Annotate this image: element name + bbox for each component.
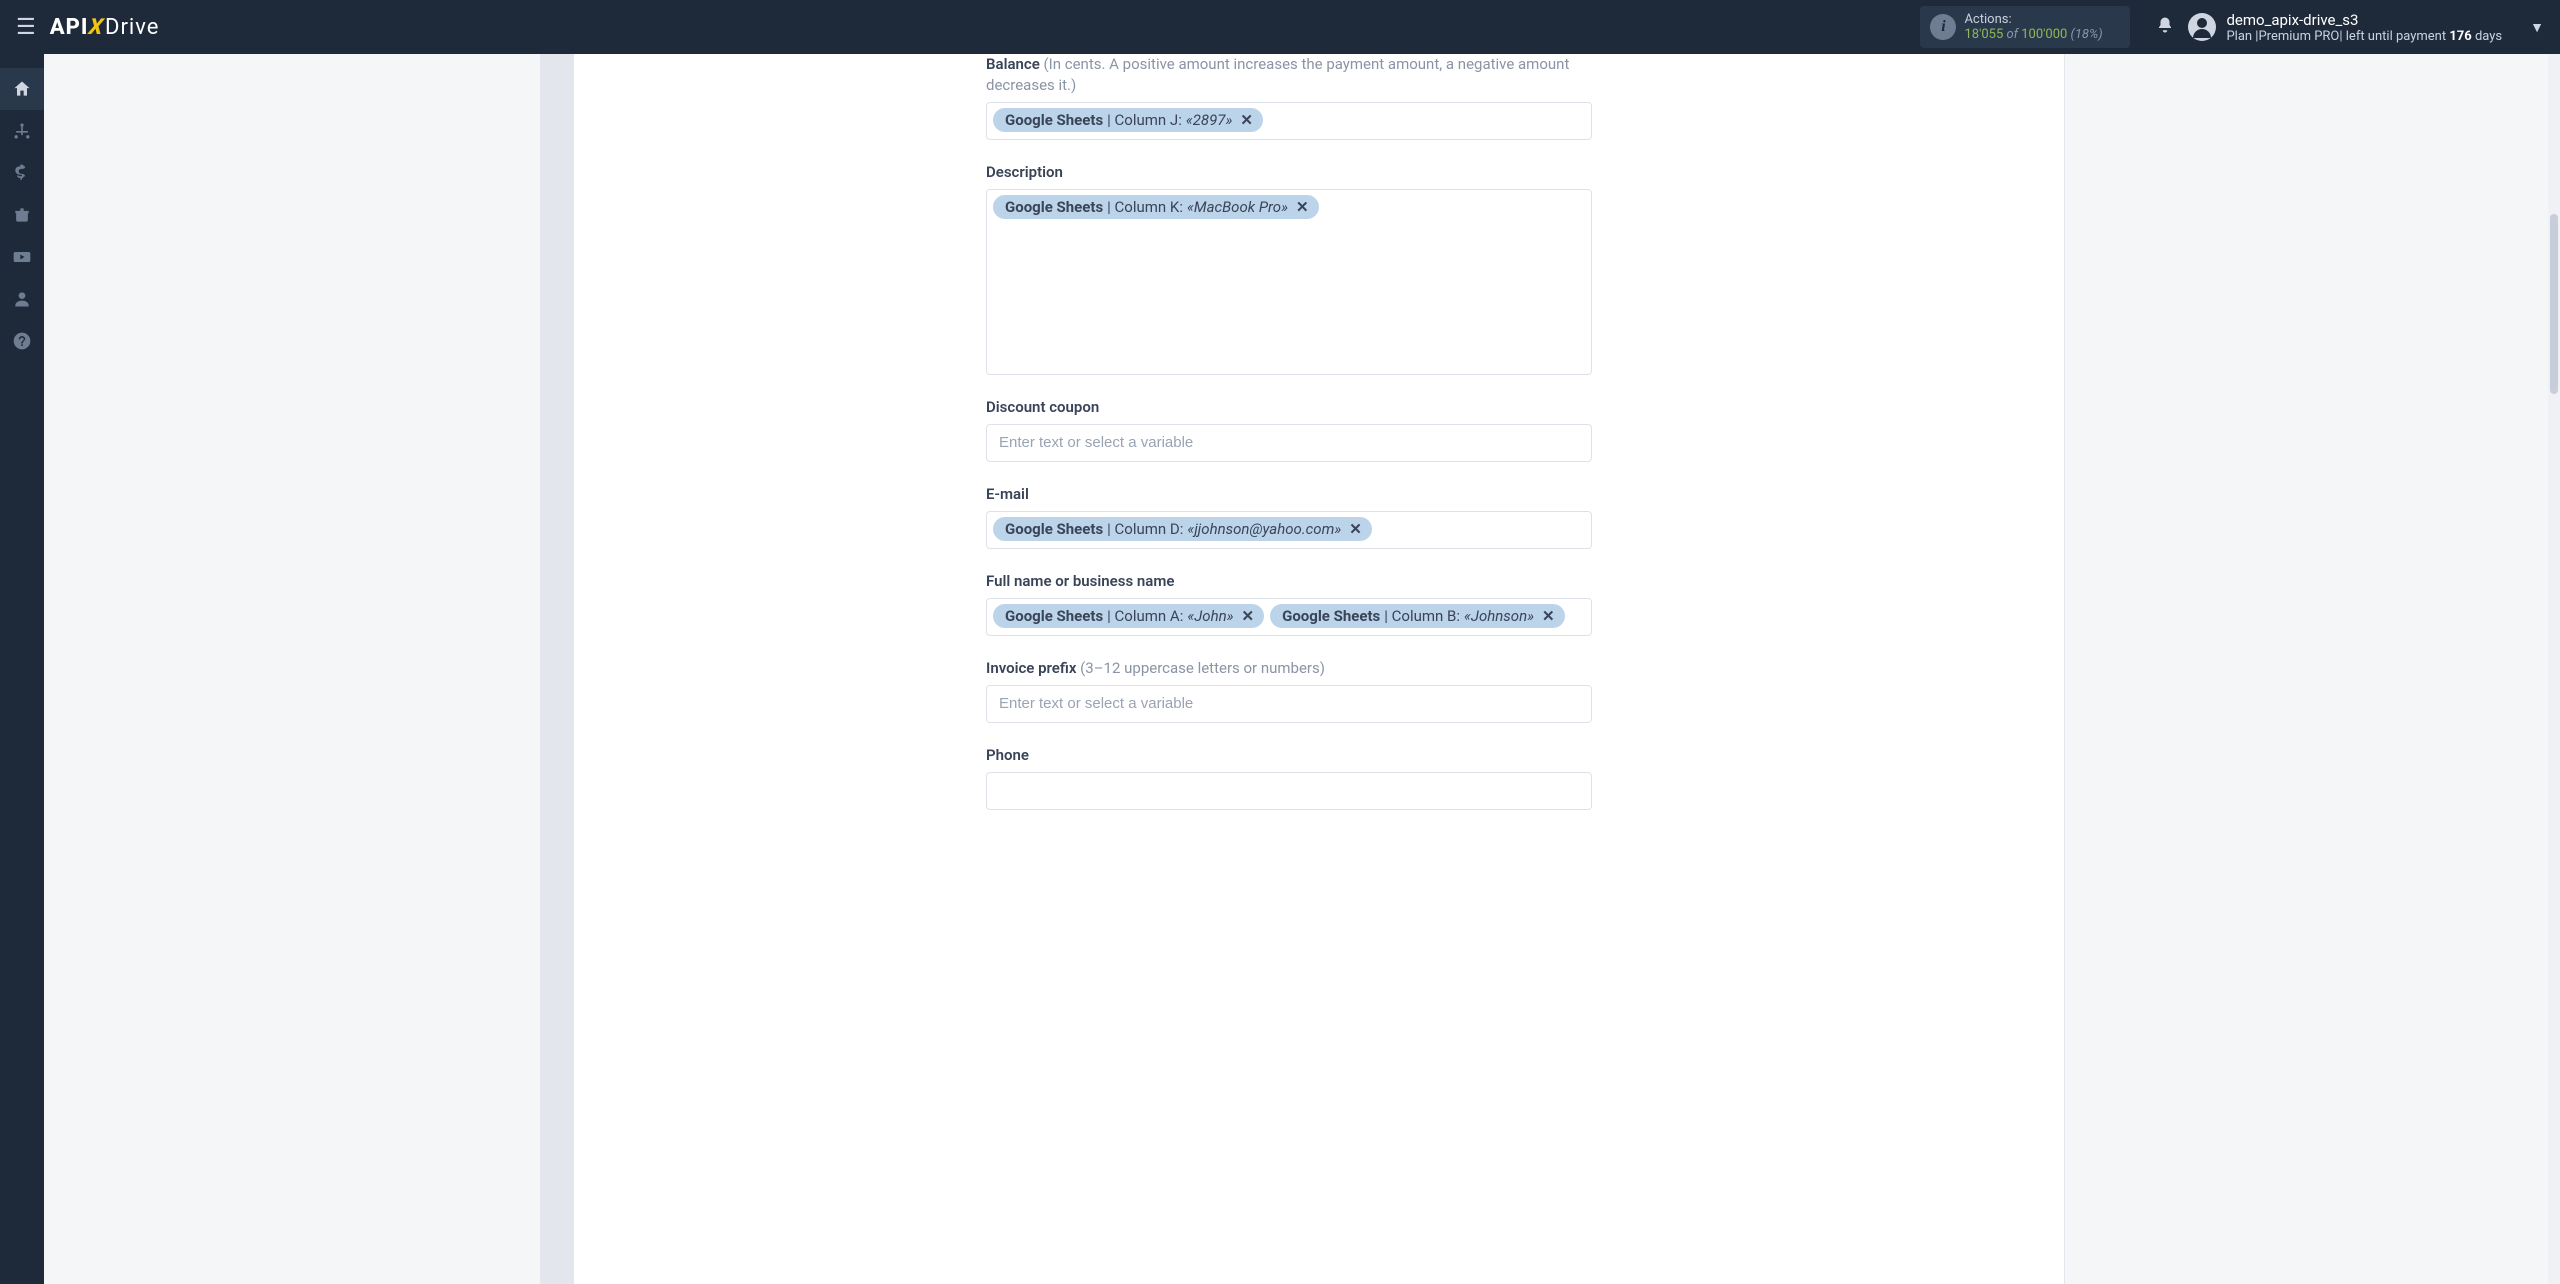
field-label: E-mail bbox=[986, 484, 1592, 505]
variable-chip[interactable]: Google Sheets | Column K: «MacBook Pro» ✕ bbox=[993, 195, 1319, 219]
actions-of: of bbox=[2003, 27, 2021, 42]
logo-text-api: API bbox=[50, 15, 89, 40]
field-input[interactable] bbox=[986, 424, 1592, 462]
chip-column: | Column K: bbox=[1107, 198, 1183, 216]
chip-value: «MacBook Pro» bbox=[1187, 198, 1288, 216]
chip-remove-icon[interactable]: ✕ bbox=[1296, 198, 1309, 216]
actions-pct: (18%) bbox=[2067, 27, 2102, 42]
left-gutter bbox=[540, 54, 574, 1284]
field-label-text: Invoice prefix bbox=[986, 659, 1076, 677]
actions-label: Actions: bbox=[1964, 12, 2116, 27]
form-field: Invoice prefix (3–12 uppercase letters o… bbox=[986, 658, 1592, 723]
field-label: Phone bbox=[986, 745, 1592, 766]
scrollbar-thumb[interactable] bbox=[2550, 214, 2558, 394]
user-block[interactable]: demo_apix-drive_s3 Plan |Premium PRO| le… bbox=[2226, 11, 2502, 44]
chip-remove-icon[interactable]: ✕ bbox=[1349, 520, 1362, 538]
field-label-text: Description bbox=[986, 163, 1063, 181]
actions-info[interactable]: i Actions: 18'055 of 100'000 (18%) bbox=[1920, 6, 2130, 48]
chip-value: «Johnson» bbox=[1464, 607, 1534, 625]
logo-text-drive: Drive bbox=[105, 15, 159, 40]
plan-line: Plan |Premium PRO| left until payment 17… bbox=[2226, 29, 2502, 44]
form-field: Description Google Sheets | Column K: «Ma… bbox=[986, 162, 1592, 375]
field-input[interactable] bbox=[986, 685, 1592, 723]
variable-chip[interactable]: Google Sheets | Column D: «jjohnson@yaho… bbox=[993, 517, 1372, 541]
field-input[interactable]: Google Sheets | Column A: «John»✕Google … bbox=[986, 598, 1592, 636]
variable-chip[interactable]: Google Sheets | Column J: «2897» ✕ bbox=[993, 108, 1263, 132]
topbar: ☰ APIXDrive i Actions: 18'055 of 100'000… bbox=[0, 0, 2560, 54]
form-field: Full name or business name Google Sheets … bbox=[986, 571, 1592, 636]
username: demo_apix-drive_s3 bbox=[2226, 11, 2502, 29]
sidebar-item-account[interactable] bbox=[0, 278, 44, 320]
chip-value: «John» bbox=[1187, 607, 1233, 625]
sidebar-item-home[interactable] bbox=[0, 68, 44, 110]
field-text-input[interactable] bbox=[993, 430, 1585, 455]
chip-source: Google Sheets bbox=[1005, 111, 1103, 129]
chip-column: | Column B: bbox=[1384, 607, 1460, 625]
sidebar-item-tools[interactable] bbox=[0, 194, 44, 236]
field-label: Full name or business name bbox=[986, 571, 1592, 592]
chip-source: Google Sheets bbox=[1005, 198, 1103, 216]
logo[interactable]: APIXDrive bbox=[50, 15, 160, 40]
sidebar-item-integrations[interactable] bbox=[0, 110, 44, 152]
chip-column: | Column J: bbox=[1107, 111, 1182, 129]
days-word: days bbox=[2472, 29, 2502, 44]
form-field: E-mail Google Sheets | Column D: «jjohnso… bbox=[986, 484, 1592, 549]
field-input[interactable]: Google Sheets | Column J: «2897» ✕ bbox=[986, 102, 1592, 140]
actions-total: 100'000 bbox=[2021, 27, 2067, 42]
logo-text-x: X bbox=[88, 15, 106, 40]
field-label-text: E-mail bbox=[986, 485, 1029, 503]
hamburger-icon[interactable]: ☰ bbox=[16, 15, 36, 40]
form-field: Balance (In cents. A positive amount inc… bbox=[986, 54, 1592, 140]
field-input[interactable] bbox=[986, 772, 1592, 810]
field-label: Discount coupon bbox=[986, 397, 1592, 418]
chip-remove-icon[interactable]: ✕ bbox=[1242, 607, 1255, 625]
field-label: Invoice prefix (3–12 uppercase letters o… bbox=[986, 658, 1592, 679]
chip-source: Google Sheets bbox=[1005, 520, 1103, 538]
field-label-text: Discount coupon bbox=[986, 398, 1099, 416]
chip-value: «2897» bbox=[1186, 111, 1233, 129]
avatar-icon[interactable] bbox=[2188, 13, 2216, 41]
sidebar-item-billing[interactable] bbox=[0, 152, 44, 194]
field-hint: (3–12 uppercase letters or numbers) bbox=[1076, 659, 1325, 677]
plan-suffix: | left until payment bbox=[2339, 29, 2449, 44]
field-input[interactable]: Google Sheets | Column K: «MacBook Pro» ✕ bbox=[986, 189, 1592, 375]
field-text-input[interactable] bbox=[993, 778, 1585, 803]
chip-source: Google Sheets bbox=[1282, 607, 1380, 625]
info-icon: i bbox=[1930, 14, 1956, 40]
field-label-text: Phone bbox=[986, 746, 1029, 764]
field-label-text: Balance bbox=[986, 55, 1040, 73]
days-num: 176 bbox=[2449, 29, 2471, 44]
plan-name: Premium PRO bbox=[2258, 29, 2339, 44]
form-field: Phone bbox=[986, 745, 1592, 810]
actions-used: 18'055 bbox=[1964, 27, 2003, 42]
sidebar bbox=[0, 54, 44, 1284]
actions-values: 18'055 of 100'000 (18%) bbox=[1964, 27, 2116, 42]
bell-icon[interactable] bbox=[2156, 16, 2174, 39]
sidebar-item-video[interactable] bbox=[0, 236, 44, 278]
page-shell: Balance (In cents. A positive amount inc… bbox=[44, 0, 2560, 1284]
field-label-text: Full name or business name bbox=[986, 572, 1174, 590]
form-field: Discount coupon bbox=[986, 397, 1592, 462]
plan-prefix: Plan | bbox=[2226, 29, 2258, 44]
form-column: Balance (In cents. A positive amount inc… bbox=[986, 54, 1592, 872]
field-hint: (In cents. A positive amount increases t… bbox=[986, 55, 1569, 94]
field-label: Balance (In cents. A positive amount inc… bbox=[986, 54, 1592, 96]
chevron-down-icon[interactable]: ▼ bbox=[2530, 19, 2544, 36]
field-input[interactable]: Google Sheets | Column D: «jjohnson@yaho… bbox=[986, 511, 1592, 549]
field-label: Description bbox=[986, 162, 1592, 183]
form-card: Balance (In cents. A positive amount inc… bbox=[574, 54, 2064, 1284]
scrollbar-vertical[interactable] bbox=[2548, 54, 2560, 1284]
chip-value: «jjohnson@yahoo.com» bbox=[1187, 520, 1341, 538]
field-text-input[interactable] bbox=[993, 691, 1585, 716]
chip-source: Google Sheets bbox=[1005, 607, 1103, 625]
chip-remove-icon[interactable]: ✕ bbox=[1240, 111, 1253, 129]
chip-column: | Column D: bbox=[1107, 520, 1183, 538]
variable-chip[interactable]: Google Sheets | Column B: «Johnson» ✕ bbox=[1270, 604, 1565, 628]
chip-column: | Column A: bbox=[1107, 607, 1183, 625]
sidebar-item-help[interactable] bbox=[0, 320, 44, 362]
chip-remove-icon[interactable]: ✕ bbox=[1542, 607, 1555, 625]
variable-chip[interactable]: Google Sheets | Column A: «John» ✕ bbox=[993, 604, 1264, 628]
